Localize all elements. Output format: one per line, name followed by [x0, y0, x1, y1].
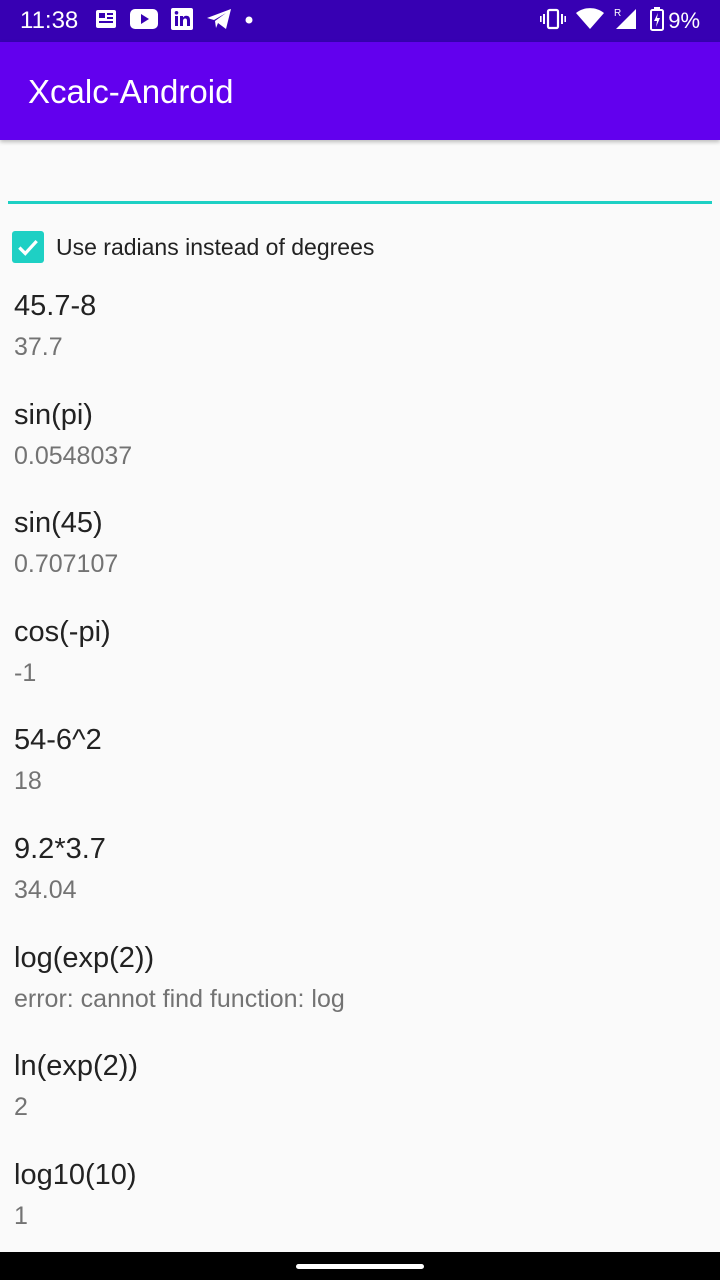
history-expression: sin(45) — [14, 507, 103, 540]
check-icon — [18, 239, 38, 256]
history-result: 0.0548037 — [14, 441, 133, 470]
history-expression: log10(10) — [14, 1158, 137, 1191]
vibrate-icon — [540, 8, 567, 35]
app-bar: Xcalc-Android — [0, 42, 720, 140]
history-result: 34.04 — [14, 875, 77, 904]
history-item[interactable]: log10(10) 1 — [0, 1157, 720, 1266]
history-expression: cos(-pi) — [14, 615, 111, 648]
youtube-icon — [130, 8, 158, 35]
history-item[interactable]: sin(pi) 0.0548037 — [0, 397, 720, 506]
history-result: -1 — [14, 658, 37, 687]
history-result: error: cannot find function: log — [14, 984, 345, 1013]
linkedin-icon — [170, 7, 194, 36]
history-result: 0.707107 — [14, 550, 119, 579]
history-item[interactable]: 45.7-8 37.7 — [0, 288, 720, 397]
history-expression: 54-6^2 — [14, 724, 102, 757]
roaming-indicator: R — [614, 8, 621, 19]
history-result: 37.7 — [14, 333, 63, 361]
gesture-handle[interactable] — [296, 1264, 424, 1269]
history-item[interactable]: 9.2*3.7 34.04 — [0, 831, 720, 940]
history-item[interactable]: 54-6^2 18 — [0, 722, 720, 831]
radians-option[interactable]: Use radians instead of degrees — [12, 230, 374, 264]
navigation-bar — [0, 1252, 720, 1280]
system-icons: R 9% — [530, 6, 700, 36]
battery-icon — [650, 6, 665, 36]
battery-percentage: 9% — [668, 8, 700, 33]
history-expression: log(exp(2)) — [14, 941, 155, 974]
dot-icon — [244, 12, 254, 30]
history-item[interactable]: sin(45) 0.707107 — [0, 505, 720, 614]
radians-checkbox-label: Use radians instead of degrees — [56, 233, 375, 260]
history-expression: ln(exp(2)) — [14, 1050, 139, 1083]
history-expression: 45.7-8 — [14, 290, 97, 322]
signal-icon: R — [614, 7, 640, 36]
app-title: Xcalc-Android — [28, 73, 234, 110]
history-result: 18 — [14, 767, 42, 796]
radians-checkbox[interactable] — [12, 231, 44, 263]
history-item[interactable]: ln(exp(2)) 2 — [0, 1048, 720, 1157]
news-icon — [94, 7, 118, 36]
history-item[interactable]: cos(-pi) -1 — [0, 614, 720, 723]
history-expression: sin(pi) — [14, 398, 93, 431]
history-item[interactable]: log(exp(2)) error: cannot find function:… — [0, 940, 720, 1049]
notification-icons — [94, 7, 266, 36]
history-result: 2 — [14, 1093, 28, 1122]
status-time: 11:38 — [20, 7, 79, 34]
history-expression: 9.2*3.7 — [14, 832, 106, 865]
history-result: 1 — [14, 1201, 28, 1230]
status-bar: 11:38 R 9% — [0, 0, 720, 42]
expression-input[interactable] — [8, 152, 712, 204]
wifi-icon — [576, 7, 605, 35]
telegram-icon — [206, 8, 232, 35]
history-list[interactable]: 45.7-8 37.7 sin(pi) 0.0548037 sin(45) 0.… — [0, 288, 720, 1265]
